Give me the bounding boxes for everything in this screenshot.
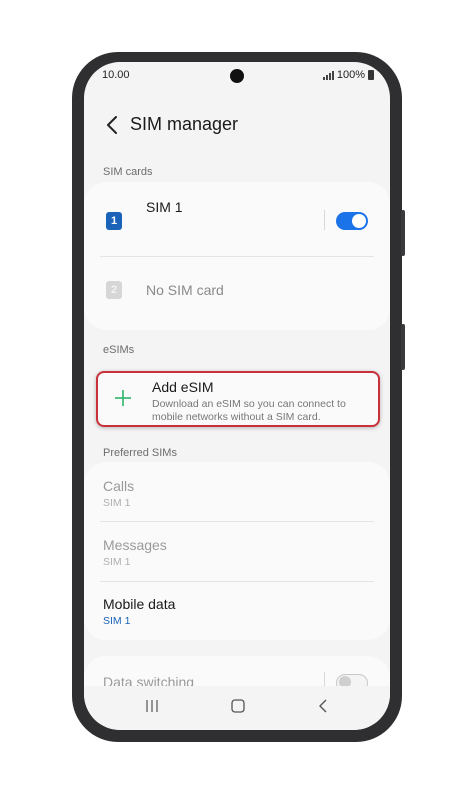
calls-title: Calls: [103, 478, 135, 494]
battery-level: 100%: [336, 69, 365, 81]
phone-screen: 10.00 100% SIM manager SIM cards 1 SIM 1: [84, 62, 390, 730]
toggle-divider: [324, 210, 325, 230]
app-header: SIM manager: [84, 108, 390, 144]
status-time: 10.00: [102, 69, 130, 81]
mobile-data-value: SIM 1: [103, 615, 131, 627]
preferred-messages[interactable]: Messages SIM 1: [84, 522, 390, 580]
section-label-preferred-sims: Preferred SIMs: [103, 447, 177, 459]
page-title: SIM manager: [130, 114, 239, 134]
messages-title: Messages: [103, 537, 167, 553]
sim-2-icon: 2: [106, 281, 122, 299]
navigation-bar: [84, 686, 390, 730]
back-icon[interactable]: [316, 698, 332, 714]
sim-2-name: No SIM card: [146, 282, 224, 298]
add-esim-description: Download an eSIM so you can connect to m…: [152, 398, 346, 423]
recent-apps-icon[interactable]: [144, 698, 160, 714]
preferred-sims-card: Calls SIM 1 Messages SIM 1 Mobile data S…: [84, 462, 390, 640]
preferred-calls[interactable]: Calls SIM 1: [84, 462, 390, 520]
sim-1-name: SIM 1: [146, 199, 183, 215]
status-right: 100%: [322, 69, 374, 81]
preferred-mobile-data[interactable]: Mobile data SIM 1: [84, 582, 390, 640]
section-label-esims: eSIMs: [103, 344, 135, 356]
add-esim-title: Add eSIM: [152, 379, 214, 395]
sim-slot-2[interactable]: 2 No SIM card: [84, 258, 390, 328]
power-button: [401, 324, 405, 370]
home-icon[interactable]: [230, 698, 246, 714]
status-bar: 10.00 100%: [84, 62, 390, 90]
messages-value: SIM 1: [103, 556, 131, 568]
front-camera: [230, 69, 244, 83]
sim-1-toggle[interactable]: [336, 212, 368, 230]
mobile-data-title: Mobile data: [103, 596, 176, 612]
section-label-sim-cards: SIM cards: [103, 166, 153, 178]
battery-icon: [368, 70, 374, 80]
signal-icon: [322, 70, 334, 80]
sim-cards-card: 1 SIM 1 2 No SIM card: [84, 182, 390, 330]
plus-icon: [115, 390, 131, 406]
divider: [100, 256, 374, 257]
calls-value: SIM 1: [103, 497, 131, 509]
sim-1-icon: 1: [106, 212, 122, 230]
sim-slot-1[interactable]: 1 SIM 1: [84, 182, 390, 252]
add-esim-button[interactable]: Add eSIM Download an eSIM so you can con…: [96, 371, 380, 427]
back-arrow-icon[interactable]: [102, 114, 124, 136]
volume-button: [401, 210, 405, 256]
